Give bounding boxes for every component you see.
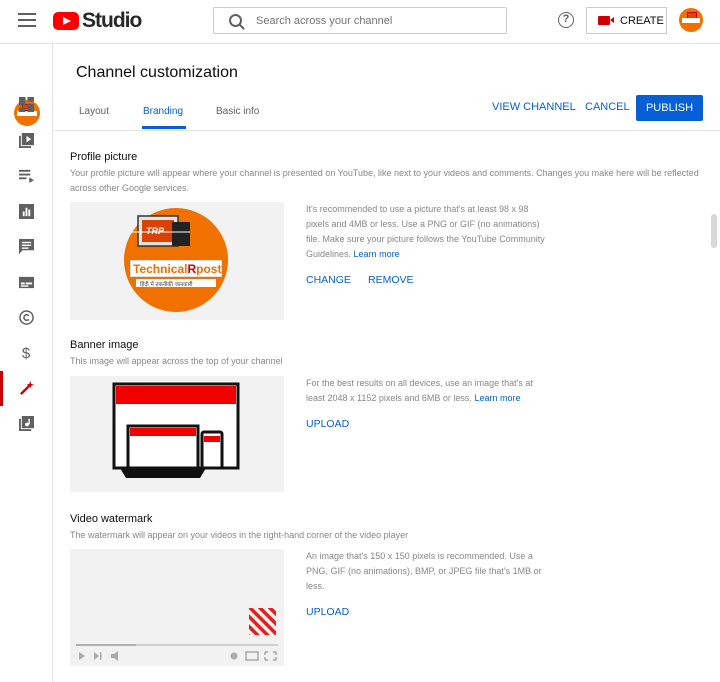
publish-button[interactable]: PUBLISH [636,95,703,121]
learn-more-link[interactable]: Learn more [354,249,400,259]
copyright-icon [19,310,34,325]
sidebar-item-copyright[interactable] [0,300,53,335]
logo-top-text: TRP [146,226,165,236]
banner-image-info: For the best results on all devices, use… [306,378,533,403]
profile-picture-description: Your profile picture will appear where y… [70,168,699,193]
youtube-icon [53,12,79,30]
watermark-upload-button[interactable]: UPLOAD [306,606,349,618]
active-tab-indicator [142,126,186,129]
learn-more-link[interactable]: Learn more [474,393,520,403]
video-camera-icon [598,16,614,25]
cancel-button[interactable]: CANCEL [585,101,630,113]
studio-logo[interactable]: Studio [53,9,142,33]
sidebar: $ [0,44,53,682]
volume-icon [111,651,118,661]
remove-button[interactable]: REMOVE [368,274,414,286]
create-label: CREATE [620,14,664,27]
tab-branding[interactable]: Branding [143,106,183,117]
video-watermark-info: An image that's 150 x 150 pixels is reco… [306,551,542,591]
video-watermark-description: The watermark will appear on your videos… [70,530,409,540]
customization-icon [20,381,34,395]
playlists-icon [19,169,34,183]
sidebar-item-subtitles[interactable] [0,265,53,300]
devices-illustration [112,382,240,478]
page-title: Channel customization [76,64,238,81]
fullscreen-icon [264,651,277,661]
sidebar-item-analytics[interactable] [0,194,53,229]
subtitles-icon [19,276,34,289]
sidebar-item-comments[interactable] [0,229,53,264]
logo-tagline: हिंदी में तकनीकी जानकारी [140,281,193,288]
profile-picture-info: It's recommended to use a picture that's… [306,204,545,259]
search-box[interactable] [213,7,507,34]
search-icon[interactable] [229,14,242,27]
content-icon [19,133,34,148]
create-button[interactable]: CREATE [586,7,667,34]
svg-text:$: $ [22,345,31,360]
profile-picture-preview: TRP TechnicalRpost हिंदी में तकनीकी जानक… [70,202,284,320]
watermark-placeholder [249,608,276,635]
settings-icon [230,652,238,660]
menu-icon[interactable] [18,13,36,27]
analytics-icon [19,204,34,219]
banner-upload-button[interactable]: UPLOAD [306,418,349,430]
sidebar-item-earn[interactable]: $ [0,335,53,370]
audio-library-icon [19,416,34,431]
profile-picture-title: Profile picture [70,151,138,163]
theater-icon [245,651,259,661]
video-watermark-title: Video watermark [70,513,153,525]
svg-text:TechnicalRpost: TechnicalRpost [133,262,221,276]
video-watermark-preview [70,549,284,666]
logo-text: Studio [82,9,142,32]
view-channel-button[interactable]: VIEW CHANNEL [492,101,576,113]
banner-image-preview [70,376,284,492]
change-button[interactable]: CHANGE [306,274,351,286]
tab-layout[interactable]: Layout [79,106,109,117]
sidebar-item-playlists[interactable] [0,158,53,193]
dashboard-icon [19,97,34,112]
comments-icon [19,239,34,254]
channel-logo-image: TRP TechnicalRpost हिंदी में तकनीकी जानक… [124,208,228,312]
help-icon[interactable]: ? [558,12,574,28]
play-icon [79,652,85,660]
page-header: Channel customization Layout Branding Ba… [54,44,720,131]
top-bar: Studio ? CREATE [0,0,720,44]
sidebar-item-audio-library[interactable] [0,406,53,441]
account-avatar[interactable] [679,8,703,32]
sidebar-item-dashboard[interactable] [0,87,53,122]
search-input[interactable] [256,14,486,27]
sidebar-item-content[interactable] [0,123,53,158]
video-player-mock [76,608,278,661]
tab-basic-info[interactable]: Basic info [216,106,259,117]
banner-image-title: Banner image [70,339,139,351]
scrollbar[interactable] [711,214,717,248]
next-icon [94,652,99,660]
sidebar-item-customization[interactable] [0,371,53,406]
banner-image-description: This image will appear across the top of… [70,356,283,366]
earn-icon: $ [22,345,31,360]
